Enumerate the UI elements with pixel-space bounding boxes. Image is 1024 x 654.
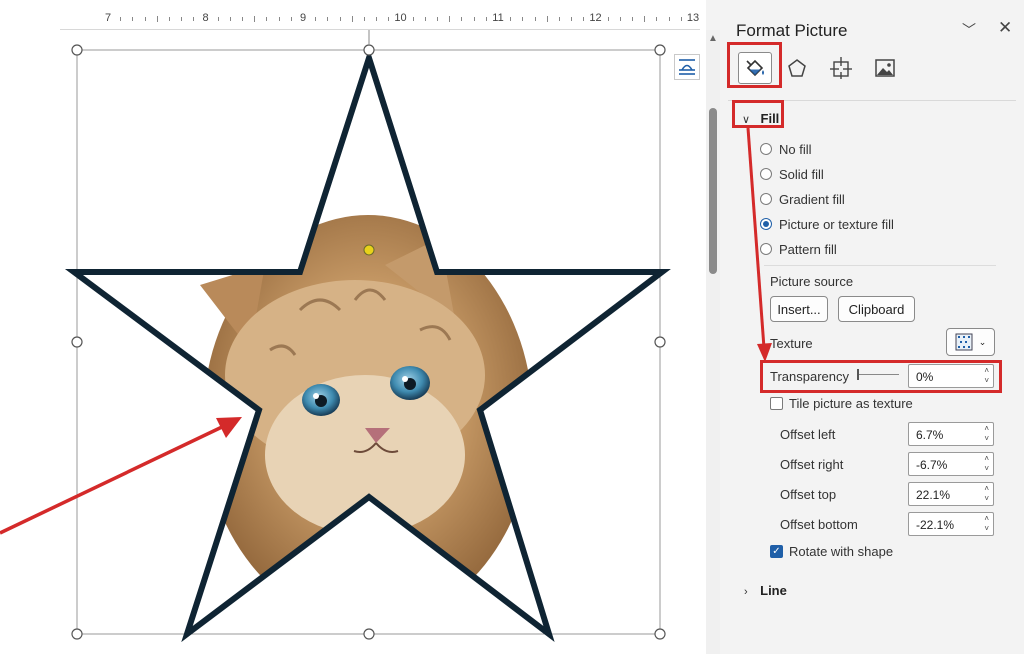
gradient-fill-option[interactable]: Gradient fill bbox=[760, 190, 845, 208]
format-picture-pane: Format Picture ﹀ ✕ ∨ Fill No fill Solid … bbox=[720, 0, 1024, 654]
rotate-with-shape-label: Rotate with shape bbox=[789, 544, 894, 559]
adjust-handle bbox=[363, 244, 375, 256]
spin-arrows-icon: ˄ ˅ bbox=[984, 484, 989, 503]
transparency-highlight bbox=[760, 360, 1002, 393]
scroll-thumb[interactable] bbox=[709, 108, 717, 274]
radio-button-selected[interactable] bbox=[760, 218, 772, 230]
picture-texture-fill-option[interactable]: Picture or texture fill bbox=[760, 215, 894, 233]
radio-button[interactable] bbox=[760, 243, 772, 255]
radio-button[interactable] bbox=[760, 168, 772, 180]
solid-fill-option[interactable]: Solid fill bbox=[760, 165, 824, 183]
vertical-scrollbar[interactable]: ▲ bbox=[706, 30, 720, 654]
offset-bottom-input[interactable]: -22.1% ˄ ˅ bbox=[908, 512, 994, 536]
texture-label: Texture bbox=[770, 336, 813, 351]
kitten-picture bbox=[74, 58, 662, 634]
texture-swatch-icon bbox=[955, 333, 973, 351]
rotate-with-shape-checkbox[interactable]: ✓ bbox=[770, 545, 783, 558]
offset-left-label: Offset left bbox=[780, 427, 836, 442]
insert-button[interactable]: Insert... bbox=[770, 296, 828, 322]
document-canvas[interactable]: 7 8 9 10 11 12 13 bbox=[0, 0, 706, 654]
line-section-header[interactable]: › Line bbox=[744, 582, 787, 600]
tile-checkbox[interactable] bbox=[770, 397, 783, 410]
clipboard-button[interactable]: Clipboard bbox=[838, 296, 915, 322]
wrap-text-icon bbox=[679, 59, 695, 75]
offset-right-input[interactable]: -6.7% ˄ ˅ bbox=[908, 452, 994, 476]
layout-options-button[interactable] bbox=[674, 54, 700, 80]
spin-arrows-icon: ˄ ˅ bbox=[984, 514, 989, 533]
offset-top-label: Offset top bbox=[780, 487, 837, 502]
no-fill-option[interactable]: No fill bbox=[760, 140, 812, 158]
spin-arrows-icon: ˄ ˅ bbox=[984, 424, 989, 443]
texture-dropdown[interactable]: ⌄ bbox=[946, 328, 995, 356]
offset-left-input[interactable]: 6.7% ˄ ˅ bbox=[908, 422, 994, 446]
tile-label: Tile picture as texture bbox=[789, 396, 913, 411]
chevron-down-icon: ⌄ bbox=[978, 336, 987, 347]
scroll-up-icon[interactable]: ▲ bbox=[708, 34, 718, 44]
offset-top-input[interactable]: 22.1% ˄ ˅ bbox=[908, 482, 994, 506]
offset-right-label: Offset right bbox=[780, 457, 844, 472]
star-shape-canvas bbox=[0, 30, 671, 643]
offset-bottom-label: Offset bottom bbox=[780, 517, 858, 532]
chevron-right-icon: › bbox=[744, 586, 748, 598]
picture-source-label: Picture source bbox=[770, 274, 854, 289]
annotation-arrow bbox=[0, 425, 223, 535]
spin-arrows-icon: ˄ ˅ bbox=[984, 454, 989, 473]
pattern-fill-option[interactable]: Pattern fill bbox=[760, 240, 837, 258]
radio-button[interactable] bbox=[760, 193, 772, 205]
radio-button[interactable] bbox=[760, 143, 772, 155]
